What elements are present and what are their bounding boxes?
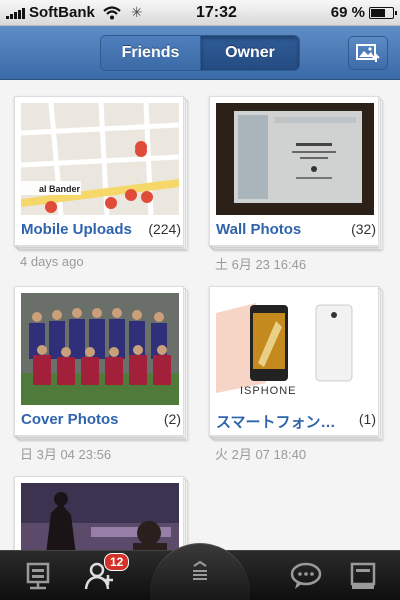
battery-percent: 69 % xyxy=(330,4,365,21)
album-count: (1) xyxy=(358,411,376,427)
map-label: al Bander xyxy=(39,184,81,194)
tab-friends[interactable]: Friends xyxy=(101,35,201,70)
news-feed-icon xyxy=(26,562,50,590)
battery-icon xyxy=(369,6,397,19)
album-name: Mobile Uploads xyxy=(21,221,132,238)
album-date: 火 2月 07 18:40 xyxy=(215,447,307,462)
album-wall-photos[interactable]: Wall Photos (32) 土 6月 23 16:46 xyxy=(209,96,387,272)
upload-photo-button[interactable] xyxy=(348,36,388,70)
album-thumbnail-phone: ISPHONE xyxy=(216,293,374,405)
wifi-icon xyxy=(103,5,121,19)
album-count: (224) xyxy=(148,221,181,237)
album-name: Wall Photos xyxy=(216,221,302,238)
segmented-control: Friends Owner xyxy=(100,34,300,71)
menu-icon xyxy=(193,560,207,580)
status-time: 17:32 xyxy=(195,3,237,21)
menu-button[interactable] xyxy=(150,543,250,600)
notifications-icon xyxy=(350,562,376,589)
tab-notifications[interactable] xyxy=(342,557,386,595)
loading-spinner-icon: ✳ xyxy=(130,4,143,20)
album-count: (32) xyxy=(351,221,376,237)
nav-bar: Friends Owner xyxy=(0,26,400,80)
tab-bar: 12 xyxy=(0,543,400,600)
status-bar: SoftBank ✳ 17:32 69 % xyxy=(0,0,400,26)
tab-messages[interactable] xyxy=(284,557,328,595)
tab-news-feed[interactable] xyxy=(16,557,60,595)
album-name: Cover Photos xyxy=(21,411,119,428)
phone-brand-label: ISPHONE xyxy=(240,385,297,397)
signal-strength-icon xyxy=(6,7,25,19)
album-date: 土 6月 23 16:46 xyxy=(215,257,307,272)
album-mobile-uploads[interactable]: al Bander Mobile Uploads (224) 4 days ag… xyxy=(14,96,192,269)
photo-upload-icon xyxy=(356,44,380,62)
album-smartphone[interactable]: ISPHONE スマートフォン… (1) 火 2月 07 18:40 xyxy=(209,286,387,462)
album-cover-photos[interactable]: Cover Photos (2) 日 3月 04 23:56 xyxy=(14,286,192,462)
carrier-name: SoftBank xyxy=(29,4,95,21)
album-thumbnail-map: al Bander xyxy=(21,103,179,215)
friend-requests-badge: 12 xyxy=(104,553,130,571)
album-count: (2) xyxy=(163,411,181,427)
album-name: スマートフォン… xyxy=(216,414,336,431)
tab-friend-requests[interactable]: 12 xyxy=(78,553,130,595)
album-date: 日 3月 04 23:56 xyxy=(20,447,112,462)
album-date: 4 days ago xyxy=(20,254,84,269)
tab-owner[interactable]: Owner xyxy=(201,35,299,70)
messages-icon xyxy=(290,562,322,589)
album-thumbnail-screen xyxy=(216,103,374,215)
album-thumbnail-team xyxy=(21,293,179,405)
